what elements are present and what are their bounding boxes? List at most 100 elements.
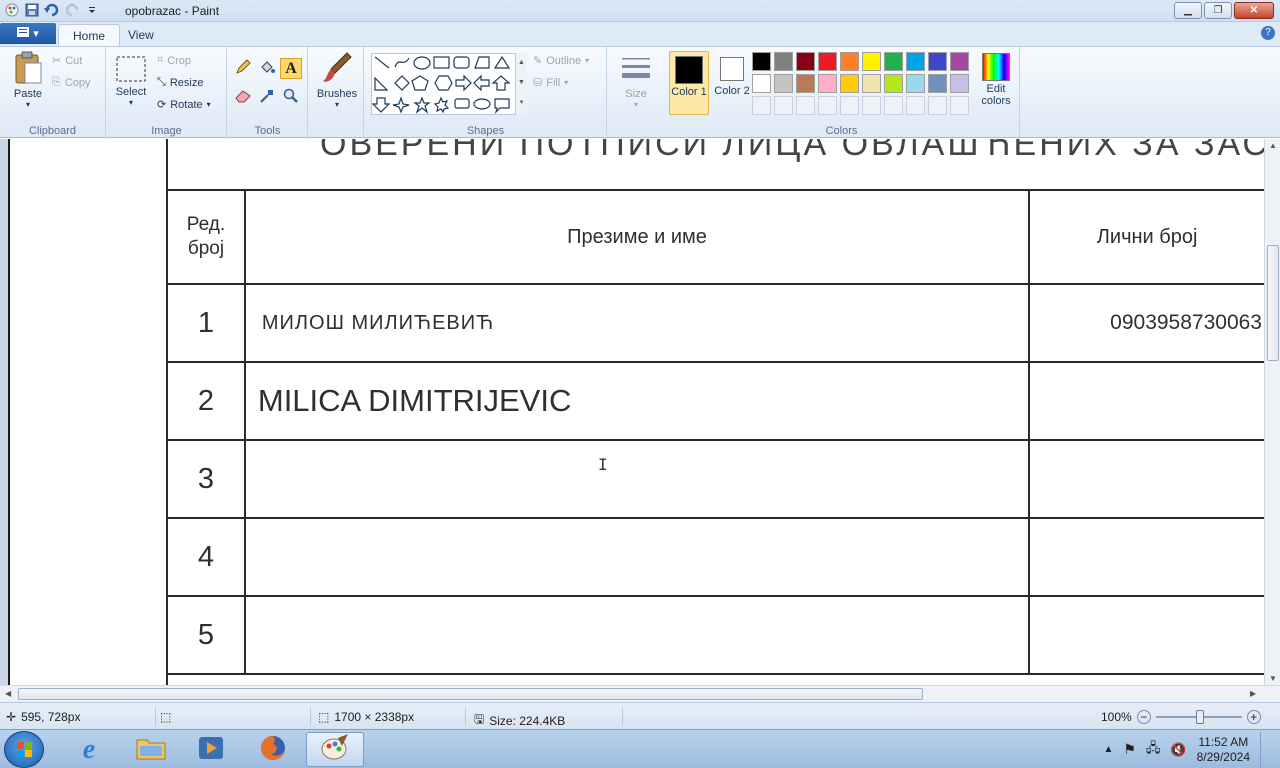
pencil-icon (235, 59, 251, 78)
crop-button[interactable]: ⌗ Crop (157, 54, 191, 67)
palette-swatch[interactable] (906, 52, 925, 71)
palette-swatch[interactable] (818, 74, 837, 93)
paint-menu-button[interactable]: ▾ (0, 23, 56, 44)
taskbar-file-explorer[interactable] (122, 732, 180, 767)
network-icon[interactable]: 🖧 (1146, 739, 1161, 761)
zoom-in-icon[interactable]: + (1246, 710, 1261, 724)
paint-app-icon[interactable] (4, 2, 20, 18)
custom-color-slot[interactable] (950, 96, 969, 115)
drawing-canvas[interactable]: ОВЕРЕНИ ПОТПИСИ ЛИЦА ОВЛАШЋЕНИХ ЗА ЗАС Р… (8, 139, 1264, 685)
palette-swatch[interactable] (862, 52, 881, 71)
custom-color-slot[interactable] (752, 96, 771, 115)
clipboard-group: Paste ▾ ✂ Cut ⎘ Copy Clipboard (0, 47, 106, 139)
custom-color-slot[interactable] (906, 96, 925, 115)
custom-color-slot[interactable] (840, 96, 859, 115)
vertical-scroll-thumb[interactable] (1267, 245, 1279, 361)
fill-button[interactable]: ⛁ Fill ▾ (533, 76, 568, 90)
custom-color-slot[interactable] (884, 96, 903, 115)
fill-tool[interactable] (256, 58, 278, 79)
volume-muted-icon[interactable]: 🔇 (1170, 742, 1186, 758)
custom-color-slot[interactable] (818, 96, 837, 115)
save-icon[interactable] (24, 2, 40, 18)
palette-swatch[interactable] (752, 52, 771, 71)
palette-swatch[interactable] (950, 52, 969, 71)
palette-swatch[interactable] (840, 74, 859, 93)
taskbar-paint[interactable] (306, 732, 364, 767)
cut-button[interactable]: ✂ Cut (52, 54, 82, 68)
palette-swatch[interactable] (950, 74, 969, 93)
taskbar-internet-explorer[interactable]: e (60, 732, 118, 767)
vertical-scrollbar[interactable]: ▲ ▼ (1264, 139, 1280, 685)
scroll-right-icon[interactable]: ▶ (1250, 689, 1256, 698)
action-center-flag-icon[interactable]: ⚑ (1123, 741, 1136, 758)
palette-swatch[interactable] (884, 74, 903, 93)
clock[interactable]: 11:52 AM 8/29/2024 (1197, 735, 1250, 765)
color-picker-tool[interactable] (256, 87, 278, 108)
crop-label: Crop (167, 54, 192, 67)
palette-swatch[interactable] (928, 74, 947, 93)
select-button[interactable]: Select ▾ (113, 55, 149, 107)
restore-button[interactable]: ❐ (1204, 2, 1232, 19)
show-hidden-icons-icon[interactable]: ▲ (1103, 744, 1113, 755)
palette-swatch[interactable] (752, 74, 771, 93)
horizontal-scrollbar[interactable]: ◀ ▶ (0, 685, 1280, 702)
edit-colors-button[interactable]: Edit colors (976, 53, 1016, 107)
close-button[interactable]: ✕ (1234, 2, 1274, 19)
show-desktop-button[interactable] (1260, 731, 1270, 768)
custom-color-slot[interactable] (862, 96, 881, 115)
color1-button[interactable]: Color 1 (669, 51, 709, 115)
palette-swatch[interactable] (884, 52, 903, 71)
palette-swatch[interactable] (862, 74, 881, 93)
palette-swatch[interactable] (906, 74, 925, 93)
custom-color-slot[interactable] (928, 96, 947, 115)
rotate-button[interactable]: ⟳ Rotate ▾ (157, 98, 211, 112)
copy-button[interactable]: ⎘ Copy (52, 76, 91, 89)
taskbar-media-player[interactable] (182, 732, 240, 767)
zoom-out-icon[interactable]: − (1136, 710, 1151, 724)
minimize-icon: ▁ (1184, 5, 1192, 16)
tab-view[interactable]: View (114, 24, 168, 46)
tab-home[interactable]: Home (58, 24, 121, 46)
brushes-button[interactable]: Brushes ▾ (315, 51, 359, 109)
chevron-down-icon: ▾ (25, 100, 30, 109)
palette-swatch[interactable] (774, 74, 793, 93)
palette-swatch[interactable] (774, 52, 793, 71)
zoom-slider-thumb[interactable] (1195, 710, 1204, 724)
palette-swatch[interactable] (928, 52, 947, 71)
color2-button[interactable]: Color 2 (712, 51, 752, 115)
scroll-up-icon[interactable]: ▲ (1269, 141, 1277, 150)
selection-size: ⬚ (160, 710, 171, 724)
taskbar-firefox[interactable] (244, 732, 302, 767)
pencil-tool[interactable] (232, 58, 254, 79)
selection-icon: ⬚ (160, 710, 172, 724)
eraser-tool[interactable] (232, 87, 254, 108)
help-icon[interactable]: ? (1261, 26, 1275, 40)
paste-button[interactable]: Paste ▾ (8, 51, 48, 109)
zoom-slider[interactable] (1155, 710, 1242, 724)
magnifier-tool[interactable] (280, 87, 302, 108)
customize-qat-icon[interactable] (84, 2, 100, 18)
shapes-gallery[interactable] (371, 53, 525, 115)
brushes-label: Brushes (316, 88, 358, 100)
custom-color-slot[interactable] (796, 96, 815, 115)
palette-swatch[interactable] (796, 74, 815, 93)
shapes-gallery-scroll[interactable]: ▲ ▼ ▾ (515, 53, 527, 115)
redo-icon[interactable] (64, 2, 80, 18)
undo-icon[interactable] (44, 2, 60, 18)
scroll-down-icon[interactable]: ▼ (1269, 674, 1277, 683)
custom-color-slot[interactable] (774, 96, 793, 115)
resize-button[interactable]: ⤡ Resize (157, 76, 203, 89)
rotate-label: Rotate (170, 98, 203, 111)
minimize-button[interactable]: ▁ (1174, 2, 1202, 19)
palette-swatch[interactable] (818, 52, 837, 71)
text-tool[interactable]: A (280, 58, 302, 79)
palette-swatch[interactable] (840, 52, 859, 71)
palette-swatch[interactable] (796, 52, 815, 71)
start-button[interactable] (4, 731, 44, 768)
scroll-left-icon[interactable]: ◀ (5, 689, 11, 698)
title-bar: opobrazac - Paint ▁ ❐ ✕ (0, 0, 1280, 22)
horizontal-scroll-thumb[interactable] (18, 688, 923, 700)
outline-button[interactable]: ✎ Outline ▾ (533, 54, 589, 68)
size-button[interactable]: Size ▾ (618, 55, 654, 109)
image-dimensions-text: 1700 × 2338px (334, 710, 415, 724)
